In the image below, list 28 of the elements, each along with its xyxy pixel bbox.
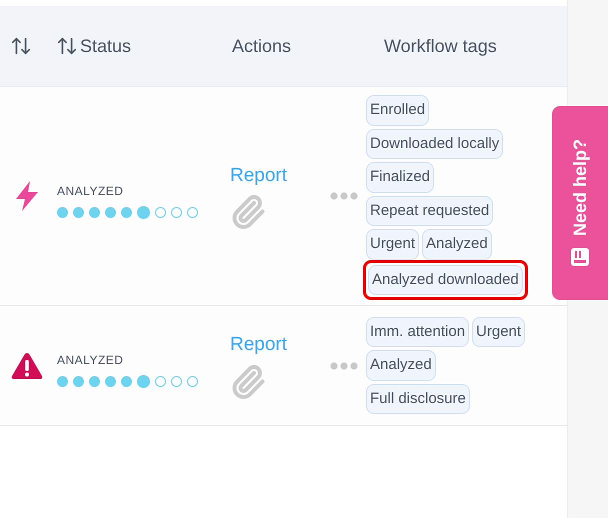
workflow-tag: Urgent	[472, 316, 526, 348]
book-icon	[570, 246, 590, 266]
paperclip-icon[interactable]	[230, 364, 266, 400]
more-options-icon[interactable]	[330, 360, 358, 370]
more-options-icon[interactable]	[330, 191, 358, 201]
workflow-tag: Urgent	[366, 229, 420, 260]
sort-icon[interactable]	[56, 35, 78, 57]
sort-icon[interactable]	[10, 35, 32, 57]
column-header: Actions	[232, 34, 292, 58]
workflow-tag: Enrolled	[366, 95, 430, 126]
paperclip-icon[interactable]	[230, 194, 266, 230]
workflow-tag: Finalized	[366, 162, 434, 192]
workflow-tag: Full disclosure	[366, 384, 470, 414]
workflow-tag: Repeat requested	[366, 196, 494, 226]
workflow-tag: Downloaded locally	[366, 128, 504, 159]
need-help-tab[interactable]: Need help?	[552, 106, 608, 300]
status-label: ANALYZED	[57, 352, 124, 369]
highlighted-tag: Analyzed downloaded	[363, 260, 528, 300]
status-label: ANALYZED	[57, 182, 124, 200]
workflow-tag: Imm. attention	[366, 316, 470, 348]
column-header: Workflow tags	[384, 34, 497, 58]
workflow-tag: Analyzed	[422, 229, 492, 260]
column-header: Status	[80, 34, 132, 58]
report-link[interactable]: Report	[230, 162, 322, 190]
lightning-icon	[14, 180, 40, 212]
warning-icon	[10, 350, 44, 380]
workflow-tag: Analyzed	[366, 350, 436, 381]
report-link[interactable]: Report	[230, 331, 322, 360]
